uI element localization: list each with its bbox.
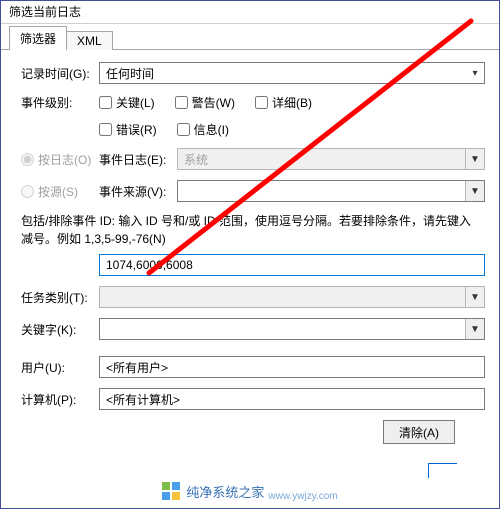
eventlog-label: 事件日志(E):	[99, 151, 177, 168]
id-note-line1: 包括/排除事件 ID: 输入 ID 号和/或 ID 范围，使用逗号分隔。若要排除…	[21, 214, 471, 228]
check-critical-label: 关键(L)	[116, 94, 155, 111]
checkbox-verbose[interactable]	[255, 96, 268, 109]
watermark-url: www.ywjzy.com	[268, 491, 337, 504]
check-warning[interactable]: 警告(W)	[175, 94, 235, 111]
logged-label: 记录时间(G):	[21, 65, 99, 82]
computer-label: 计算机(P):	[21, 391, 99, 408]
chevron-down-icon: ▼	[465, 149, 484, 169]
radio-bylog-label: 按日志(O)	[38, 151, 91, 168]
dialog-window: 筛选当前日志 筛选器 XML 记录时间(G): 任何时间 ▾ 事件级别: 关键(…	[0, 0, 500, 509]
check-info-label: 信息(I)	[194, 121, 229, 138]
eventlog-value: 系统	[178, 151, 465, 168]
eventsource-combo[interactable]: ▼	[177, 180, 485, 202]
radio-bysource: 按源(S)	[21, 183, 99, 200]
clear-button-label: 清除(A)	[399, 426, 439, 440]
chevron-down-icon: ▼	[465, 181, 484, 201]
event-id-input[interactable]	[99, 254, 485, 276]
logged-combo[interactable]: 任何时间 ▾	[99, 62, 485, 84]
user-input[interactable]	[99, 356, 485, 378]
tab-strip: 筛选器 XML	[1, 24, 499, 50]
watermark-logo-icon	[162, 482, 180, 500]
tab-xml[interactable]: XML	[66, 31, 113, 50]
check-error-label: 错误(R)	[116, 121, 157, 138]
check-error[interactable]: 错误(R)	[99, 121, 157, 138]
check-critical[interactable]: 关键(L)	[99, 94, 155, 111]
tab-xml-label: XML	[77, 34, 102, 48]
chevron-down-icon: ▾	[466, 63, 484, 83]
id-note: 包括/排除事件 ID: 输入 ID 号和/或 ID 范围，使用逗号分隔。若要排除…	[21, 212, 485, 248]
eventsource-label: 事件来源(V):	[99, 183, 177, 200]
chevron-down-icon: ▼	[465, 287, 484, 307]
chevron-down-icon: ▼	[465, 319, 484, 339]
check-warning-label: 警告(W)	[192, 94, 235, 111]
task-combo: ▼	[99, 286, 485, 308]
tab-filter-label: 筛选器	[20, 32, 56, 46]
logged-value: 任何时间	[100, 65, 466, 82]
radio-bylog: 按日志(O)	[21, 151, 99, 168]
radio-bysource-input	[21, 185, 34, 198]
title-bar: 筛选当前日志	[1, 1, 499, 24]
tab-filter[interactable]: 筛选器	[9, 26, 67, 50]
keyword-combo[interactable]: ▼	[99, 318, 485, 340]
task-label: 任务类别(T):	[21, 289, 99, 306]
window-title: 筛选当前日志	[9, 5, 81, 19]
form-area: 记录时间(G): 任何时间 ▾ 事件级别: 关键(L) 警告(W)	[1, 50, 499, 452]
level-label: 事件级别:	[21, 94, 99, 111]
clear-button[interactable]: 清除(A)	[383, 420, 455, 444]
watermark-text: 纯净系统之家	[186, 482, 264, 501]
user-label: 用户(U):	[21, 359, 99, 376]
check-verbose[interactable]: 详细(B)	[255, 94, 312, 111]
computer-input[interactable]	[99, 388, 485, 410]
keyword-label: 关键字(K):	[21, 321, 99, 338]
checkbox-critical[interactable]	[99, 96, 112, 109]
partial-button-fragment	[428, 463, 457, 478]
checkbox-error[interactable]	[99, 123, 112, 136]
checkbox-warning[interactable]	[175, 96, 188, 109]
radio-bylog-input	[21, 153, 34, 166]
radio-bysource-label: 按源(S)	[38, 183, 78, 200]
eventlog-combo: 系统 ▼	[177, 148, 485, 170]
checkbox-info[interactable]	[177, 123, 190, 136]
check-verbose-label: 详细(B)	[272, 94, 312, 111]
id-note-line2: 减号。例如 1,3,5-99,-76(N)	[21, 232, 166, 246]
check-info[interactable]: 信息(I)	[177, 121, 229, 138]
watermark: 纯净系统之家 www.ywjzy.com	[1, 478, 499, 504]
